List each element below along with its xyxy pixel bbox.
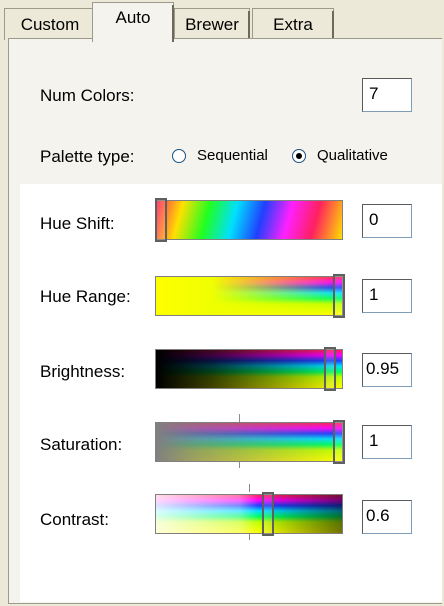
- num-colors-input[interactable]: 7: [362, 78, 412, 112]
- sequential-label: Sequential: [197, 147, 268, 164]
- contrast-label: Contrast:: [40, 510, 109, 529]
- sequential-radio[interactable]: [172, 149, 186, 163]
- hue-range-label: Hue Range:: [40, 287, 131, 306]
- saturation-label: Saturation:: [40, 435, 123, 454]
- qualitative-label: Qualitative: [317, 147, 388, 164]
- saturation-input[interactable]: 1: [362, 425, 412, 459]
- hue-shift-gradient: [155, 200, 343, 240]
- tab-custom[interactable]: Custom: [4, 8, 96, 40]
- hue-shift-input[interactable]: 0: [362, 204, 412, 238]
- hue-range-gradient: [155, 276, 343, 316]
- brightness-label: Brightness:: [40, 362, 126, 381]
- hue-range-input[interactable]: 1: [362, 279, 412, 313]
- tab-bar: Custom Brewer Extra Auto: [0, 0, 444, 42]
- tab-brewer[interactable]: Brewer: [174, 8, 250, 40]
- contrast-input[interactable]: 0.6: [362, 500, 412, 534]
- saturation-tick-bottom: [239, 462, 240, 468]
- palette-type-label: Palette type:: [40, 147, 135, 166]
- hue-range-slider-thumb[interactable]: [333, 274, 345, 318]
- contrast-gradient: [155, 494, 343, 534]
- tab-extra[interactable]: Extra: [252, 8, 334, 40]
- saturation-tick-top: [239, 414, 240, 422]
- contrast-slider-thumb[interactable]: [262, 492, 274, 536]
- num-colors-label: Num Colors:: [40, 86, 135, 105]
- contrast-tick-top: [249, 484, 250, 492]
- saturation-gradient: [155, 422, 343, 462]
- saturation-slider-thumb[interactable]: [333, 420, 345, 464]
- brightness-slider-thumb[interactable]: [324, 347, 336, 391]
- tab-auto[interactable]: Auto: [92, 2, 174, 42]
- contrast-tick-bottom: [249, 534, 250, 540]
- slider-area: [20, 184, 442, 602]
- qualitative-radio[interactable]: [292, 149, 306, 163]
- hue-shift-label: Hue Shift:: [40, 214, 115, 233]
- brightness-input[interactable]: 0.95: [362, 353, 412, 387]
- brightness-gradient: [155, 349, 343, 389]
- hue-shift-slider-thumb[interactable]: [155, 198, 167, 242]
